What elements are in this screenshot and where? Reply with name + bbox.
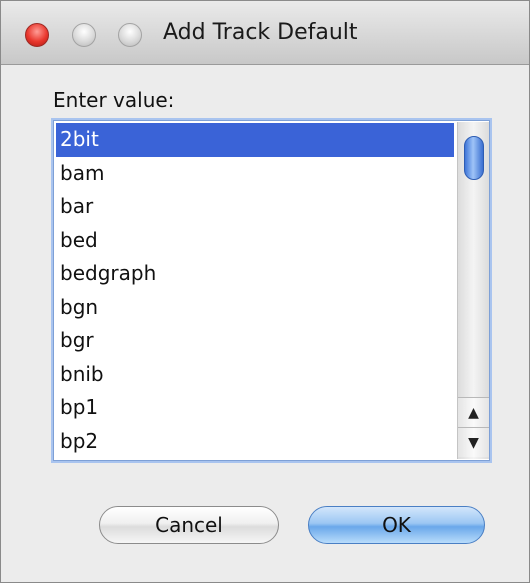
arrow-up-icon: ▲ [468, 405, 479, 421]
list-item[interactable]: bgr [56, 324, 454, 358]
list-item[interactable]: bp1 [56, 391, 454, 425]
cancel-button[interactable]: Cancel [99, 506, 279, 544]
list-item[interactable]: bnib [56, 358, 454, 392]
list-item[interactable]: bam [56, 157, 454, 191]
list-item[interactable]: bp2 [56, 425, 454, 459]
window-title: Add Track Default [163, 20, 358, 45]
list-item[interactable]: bed [56, 224, 454, 258]
arrow-down-icon: ▼ [468, 435, 479, 451]
scroll-up-button[interactable]: ▲ [458, 397, 489, 427]
ok-button[interactable]: OK [308, 506, 485, 544]
list-item[interactable]: bgn [56, 291, 454, 325]
vertical-scrollbar[interactable]: ▲ ▼ [457, 122, 489, 459]
scroll-down-button[interactable]: ▼ [458, 427, 489, 457]
dialog-window: Add Track Default Enter value: 2bit bam ba… [0, 0, 530, 583]
prompt-label: Enter value: [53, 88, 175, 112]
close-window-button[interactable] [25, 23, 49, 47]
list-item[interactable]: 2bit [56, 123, 454, 157]
scrollbar-thumb[interactable] [464, 136, 484, 180]
list-item[interactable]: bedgraph [56, 257, 454, 291]
list-item[interactable]: bar [56, 190, 454, 224]
title-bar[interactable]: Add Track Default [1, 1, 529, 65]
minimize-window-button[interactable] [72, 23, 96, 47]
zoom-window-button[interactable] [118, 23, 142, 47]
value-list[interactable]: 2bit bam bar bed bedgraph bgn bgr bnib bp1 bp2 [56, 123, 454, 458]
value-listbox[interactable]: 2bit bam bar bed bedgraph bgn bgr bnib bp1 bp2 ▲ … [53, 120, 490, 461]
